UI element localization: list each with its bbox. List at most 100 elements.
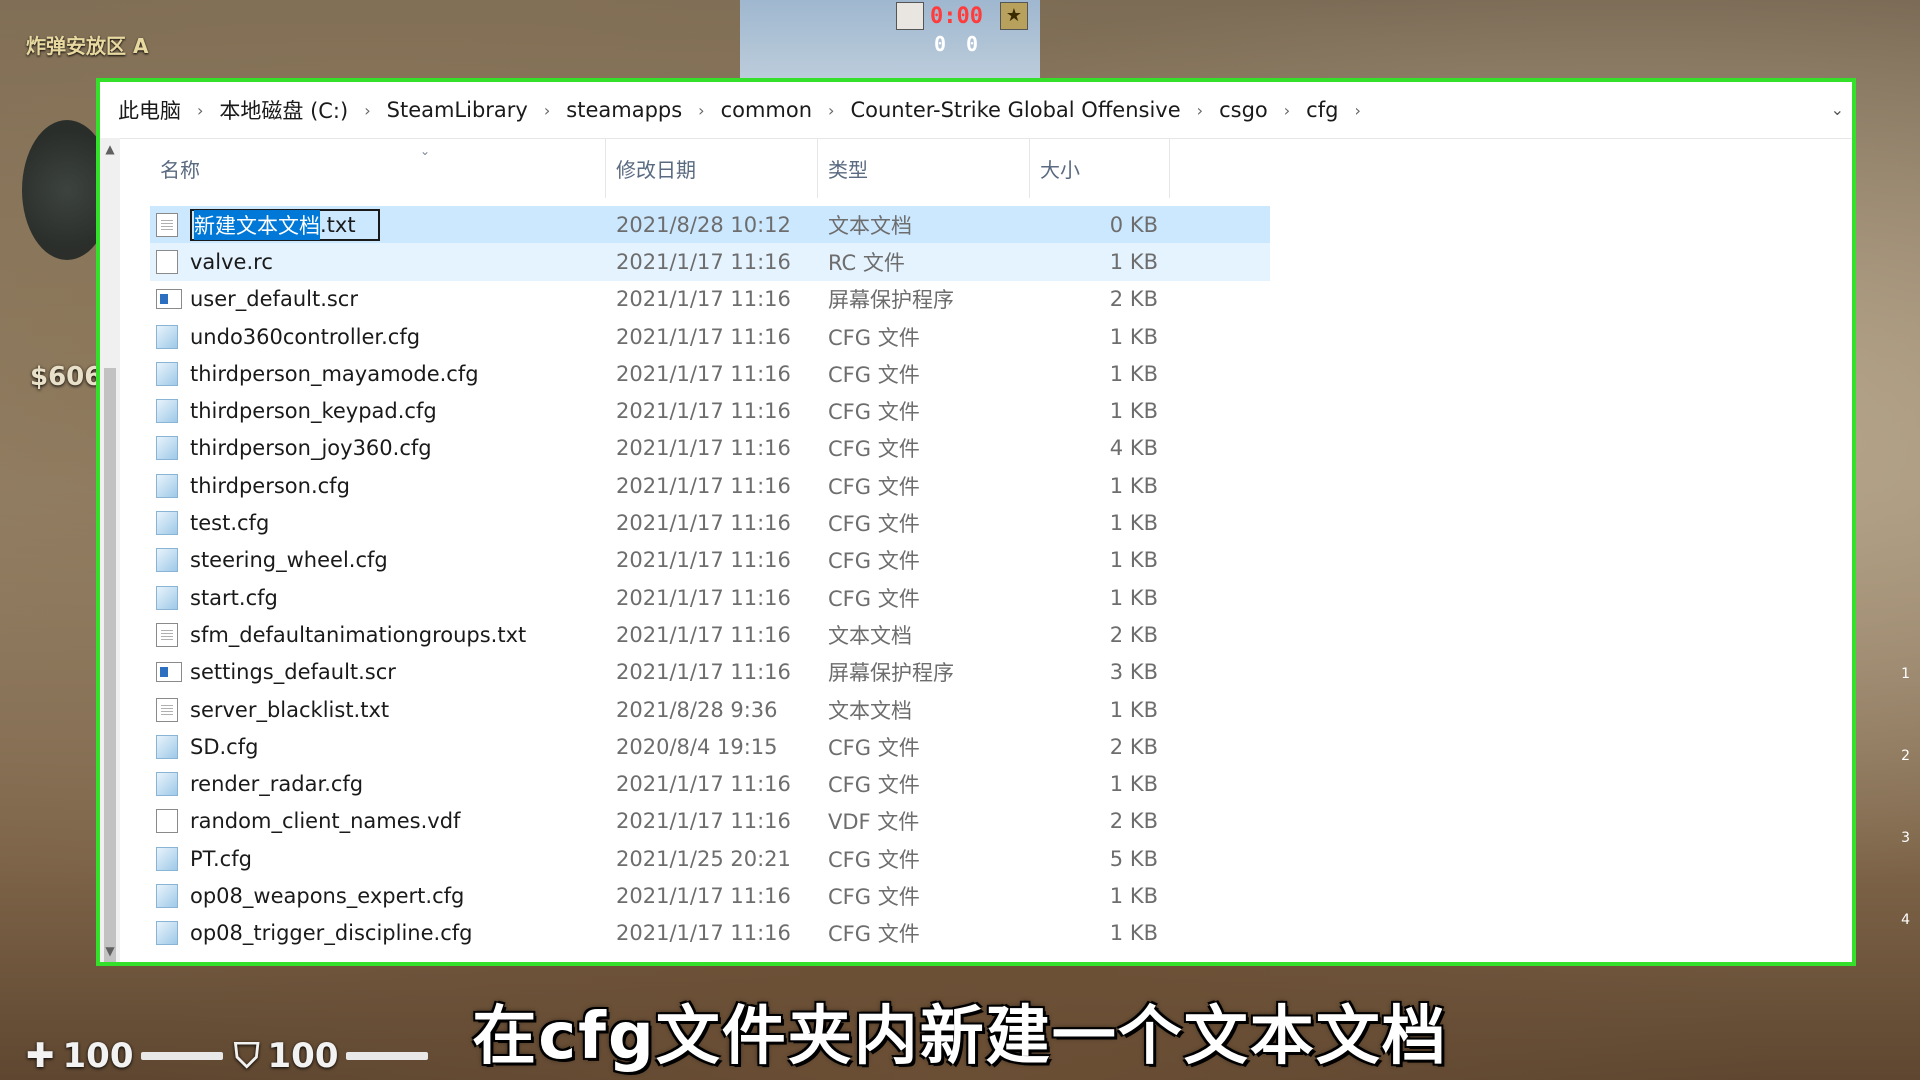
file-name: thirdperson_joy360.cfg (190, 436, 432, 461)
file-row[interactable]: sfm_defaultanimationgroups.txt 2021/1/17 … (150, 616, 1270, 653)
file-date: 2021/1/17 11:16 (616, 772, 791, 797)
rename-input[interactable]: 新建文本文档 .txt (190, 208, 380, 241)
file-name-cell: undo360controller.cfg (150, 324, 606, 349)
scroll-down-arrow-icon[interactable]: ▼ (100, 944, 120, 958)
chevron-right-icon[interactable]: › (191, 101, 209, 120)
round-timer: 0:00 (930, 4, 983, 29)
scrollbar-thumb[interactable] (104, 368, 116, 962)
file-row[interactable]: random_client_names.vdf 2021/1/17 11:16 VD… (150, 803, 1270, 840)
chevron-right-icon[interactable]: › (1348, 101, 1366, 120)
file-name-cell: SD.cfg (150, 734, 606, 759)
txt-file-icon (156, 697, 178, 722)
file-row[interactable]: steering_wheel.cfg 2021/1/17 11:16 CFG 文件 1… (150, 542, 1270, 579)
scroll-up-arrow-icon[interactable]: ▲ (100, 142, 120, 156)
file-row[interactable]: PT.cfg 2021/1/25 20:21 CFG 文件 5 KB (150, 840, 1270, 877)
file-size: 1 KB (1109, 585, 1158, 610)
cfg-file-icon (156, 436, 178, 461)
cfg-file-icon (156, 921, 178, 946)
column-header-type[interactable]: 类型 (818, 138, 1030, 198)
file-row[interactable]: 新建文本文档 .txt 2021/8/28 10:12 文本文档 0 KB (150, 206, 1270, 244)
file-row[interactable]: thirdperson_joy360.cfg 2021/1/17 11:16 CFG… (150, 430, 1270, 467)
file-row[interactable]: op08_weapons_expert.cfg 2021/1/17 11:16 CF… (150, 877, 1270, 914)
file-size: 4 KB (1109, 436, 1158, 461)
chevron-right-icon[interactable]: › (1278, 101, 1296, 120)
file-name: steering_wheel.cfg (190, 548, 388, 573)
file-name-cell: PT.cfg (150, 846, 606, 871)
chevron-down-icon[interactable]: ⌄ (1831, 100, 1844, 119)
file-name: settings_default.scr (190, 660, 396, 685)
breadcrumb-csgo[interactable]: csgo (1209, 98, 1278, 122)
file-row[interactable]: server_blacklist.txt 2021/8/28 9:36 文本文档 1 … (150, 691, 1270, 728)
file-list: 新建文本文档 .txt 2021/8/28 10:12 文本文档 0 KB valve.r… (150, 206, 1270, 952)
breadcrumb-steamapps[interactable]: steamapps (556, 98, 692, 122)
file-row[interactable]: valve.rc 2021/1/17 11:16 RC 文件 1 KB (150, 243, 1270, 281)
chevron-right-icon[interactable]: › (822, 101, 840, 120)
file-row[interactable]: user_default.scr 2021/1/17 11:16 屏幕保护程序 2 K… (150, 281, 1270, 318)
column-header-size[interactable]: 大小 (1030, 138, 1170, 198)
txt-file-icon (156, 212, 178, 237)
file-date: 2021/1/17 11:16 (616, 511, 791, 536)
file-name: PT.cfg (190, 846, 252, 871)
breadcrumb-csgo-root[interactable]: Counter-Strike Global Offensive (840, 98, 1190, 122)
cfg-file-icon (156, 883, 178, 908)
file-type: CFG 文件 (828, 474, 920, 499)
column-header-name[interactable]: 名称 ⌄ (150, 138, 606, 198)
cfg-file-icon (156, 473, 178, 498)
file-row[interactable]: render_radar.cfg 2021/1/17 11:16 CFG 文件 1 K… (150, 765, 1270, 802)
plain-file-icon (156, 809, 178, 834)
file-name-cell: test.cfg (150, 511, 606, 536)
file-name: server_blacklist.txt (190, 697, 390, 722)
file-date: 2021/1/17 11:16 (616, 436, 791, 461)
breadcrumb-local-disk[interactable]: 本地磁盘 (C:) (209, 95, 358, 125)
file-explorer-window: 此电脑 › 本地磁盘 (C:) › SteamLibrary › steamapps ›… (96, 78, 1856, 966)
file-name-cell: steering_wheel.cfg (150, 548, 606, 573)
file-size: 1 KB (1109, 772, 1158, 797)
file-row[interactable]: test.cfg 2021/1/17 11:16 CFG 文件 1 KB (150, 504, 1270, 541)
file-type: CFG 文件 (828, 325, 920, 350)
file-type: CFG 文件 (828, 437, 920, 462)
cfg-file-icon (156, 399, 178, 424)
team-scores: 00 (934, 32, 998, 56)
file-size: 5 KB (1109, 846, 1158, 871)
chevron-right-icon[interactable]: › (358, 101, 376, 120)
file-row[interactable]: undo360controller.cfg 2021/1/17 11:16 CFG … (150, 318, 1270, 355)
file-type: CFG 文件 (828, 735, 920, 760)
video-subtitle: 在cfg文件夹内新建一个文本文档 (472, 1000, 1448, 1074)
file-date: 2021/8/28 9:36 (616, 697, 778, 722)
file-type: CFG 文件 (828, 884, 920, 909)
file-row[interactable]: thirdperson.cfg 2021/1/17 11:16 CFG 文件 1 KB (150, 467, 1270, 504)
cfg-file-icon (156, 585, 178, 610)
money-display: $606 (30, 362, 103, 392)
file-row[interactable]: start.cfg 2021/1/17 11:16 CFG 文件 1 KB (150, 579, 1270, 616)
chevron-right-icon[interactable]: › (538, 101, 556, 120)
rename-extension-text: .txt (320, 212, 356, 237)
file-type: CFG 文件 (828, 362, 920, 387)
breadcrumb-cfg[interactable]: cfg (1296, 98, 1348, 122)
file-name-cell: user_default.scr (150, 287, 606, 311)
file-date: 2021/1/17 11:16 (616, 287, 791, 312)
file-date: 2020/8/4 19:15 (616, 734, 778, 759)
chevron-right-icon[interactable]: › (1191, 101, 1209, 120)
breadcrumb-steamlibrary[interactable]: SteamLibrary (377, 98, 538, 122)
cfg-file-icon (156, 361, 178, 386)
txt-file-icon (156, 622, 178, 647)
vertical-scrollbar[interactable]: ▲ ▼ (100, 138, 120, 962)
breadcrumb-common[interactable]: common (711, 98, 822, 122)
chevron-right-icon[interactable]: › (692, 101, 710, 120)
file-name-cell: render_radar.cfg (150, 772, 606, 797)
file-name-cell: op08_weapons_expert.cfg (150, 883, 606, 908)
file-name-cell: op08_trigger_discipline.cfg (150, 921, 606, 946)
file-row[interactable]: thirdperson_keypad.cfg 2021/1/17 11:16 CFG… (150, 392, 1270, 429)
file-row[interactable]: thirdperson_mayamode.cfg 2021/1/17 11:16 C… (150, 355, 1270, 392)
file-size: 2 KB (1109, 734, 1158, 759)
column-header-date[interactable]: 修改日期 (606, 138, 818, 198)
file-row[interactable]: op08_trigger_discipline.cfg 2021/1/17 11:… (150, 915, 1270, 952)
t-team-star-icon: ★ (1000, 2, 1028, 30)
file-row[interactable]: SD.cfg 2020/8/4 19:15 CFG 文件 2 KB (150, 728, 1270, 765)
breadcrumb-this-pc[interactable]: 此电脑 (108, 95, 191, 125)
file-type: 文本文档 (828, 623, 912, 648)
weapon-slot-2: 2 (1901, 748, 1910, 764)
column-header-size-label: 大小 (1040, 157, 1080, 182)
file-row[interactable]: settings_default.scr 2021/1/17 11:16 屏幕保护程… (150, 654, 1270, 691)
column-header-type-label: 类型 (828, 157, 868, 182)
